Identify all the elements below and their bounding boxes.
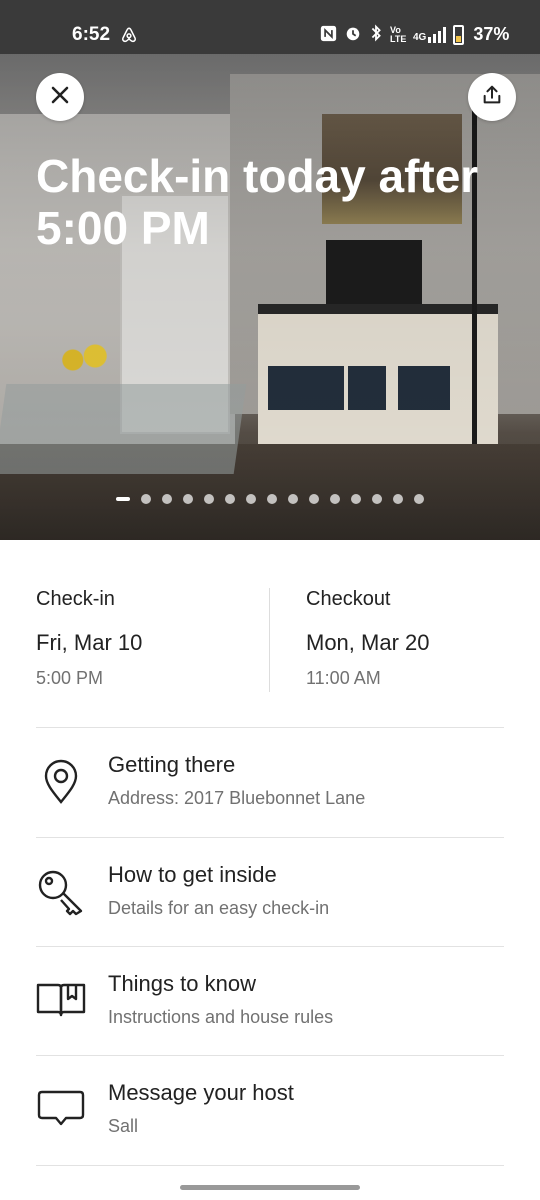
things-to-know-row[interactable]: Things to know Instructions and house ru…	[36, 947, 504, 1055]
vertical-divider	[269, 588, 270, 692]
alarm-icon	[344, 24, 362, 45]
pagination-dot	[372, 494, 382, 504]
airbnb-icon	[120, 26, 138, 49]
reservation-dates: Check-in Fri, Mar 10 5:00 PM Checkout Mo…	[36, 588, 504, 692]
battery-icon	[453, 24, 465, 45]
pagination-dot	[288, 494, 298, 504]
bluetooth-icon	[369, 24, 383, 45]
row-title: Getting there	[108, 752, 236, 777]
row-title: Things to know	[108, 971, 256, 996]
battery-percent: 37%	[473, 24, 510, 44]
checkin-block: Check-in Fri, Mar 10 5:00 PM	[36, 588, 142, 689]
pagination-dot	[246, 494, 256, 504]
pagination-dot	[330, 494, 340, 504]
close-button[interactable]	[36, 73, 84, 121]
row-subtitle: Address: 2017 Bluebonnet Lane	[108, 788, 366, 808]
row-title: Message your host	[108, 1080, 294, 1105]
pagination-dot	[225, 494, 235, 504]
row-subtitle: Details for an easy check-in	[108, 898, 330, 918]
row-title: How to get inside	[108, 862, 277, 887]
pagination-dot	[141, 494, 151, 504]
pagination-dot	[393, 494, 403, 504]
listing-photo[interactable]	[0, 54, 540, 540]
how-to-get-inside-row[interactable]: How to get inside Details for an easy ch…	[36, 838, 504, 946]
share-button[interactable]	[468, 73, 516, 121]
chat-bubble-icon	[36, 1084, 86, 1134]
divider	[36, 1165, 504, 1166]
pagination-dot	[204, 494, 214, 504]
pagination-dot	[183, 494, 193, 504]
pagination-dot	[351, 494, 361, 504]
checkout-block: Checkout Mon, Mar 20 11:00 AM	[306, 588, 430, 689]
book-icon	[36, 975, 86, 1025]
nfc-icon	[320, 25, 337, 45]
status-bar: 6:52 Vo LTE 4G 37%	[0, 0, 540, 54]
pagination-dot	[414, 494, 424, 504]
pagination-dot	[162, 494, 172, 504]
checkin-label: Check-in	[36, 588, 115, 610]
status-time: 6:52	[72, 24, 111, 45]
status-icons: Vo LTE 4G 37%	[320, 24, 509, 45]
close-icon	[50, 85, 70, 110]
signal-4g-icon: 4G	[413, 26, 447, 43]
message-host-row[interactable]: Message your host Sall	[36, 1056, 504, 1164]
row-subtitle: Sall	[108, 1116, 139, 1136]
network-type-label: 4G	[413, 31, 427, 43]
pagination-dot	[309, 494, 319, 504]
checkin-date: Fri, Mar 10	[36, 630, 143, 655]
key-icon	[36, 866, 86, 916]
checkout-date: Mon, Mar 20	[306, 630, 430, 655]
checkin-headline: Check-in today after 5:00 PM	[36, 150, 479, 254]
volte-icon: Vo LTE	[390, 24, 407, 44]
checkout-time: 11:00 AM	[306, 668, 381, 688]
checkin-time: 5:00 PM	[36, 668, 104, 688]
pagination-dot	[116, 497, 130, 501]
location-pin-icon	[36, 756, 86, 806]
home-indicator[interactable]	[180, 1185, 360, 1190]
checkout-label: Checkout	[306, 588, 391, 610]
share-icon	[481, 84, 503, 111]
getting-there-row[interactable]: Getting there Address: 2017 Bluebonnet L…	[36, 728, 504, 836]
row-subtitle: Instructions and house rules	[108, 1007, 334, 1027]
photo-pagination	[116, 494, 424, 504]
pagination-dot	[267, 494, 277, 504]
